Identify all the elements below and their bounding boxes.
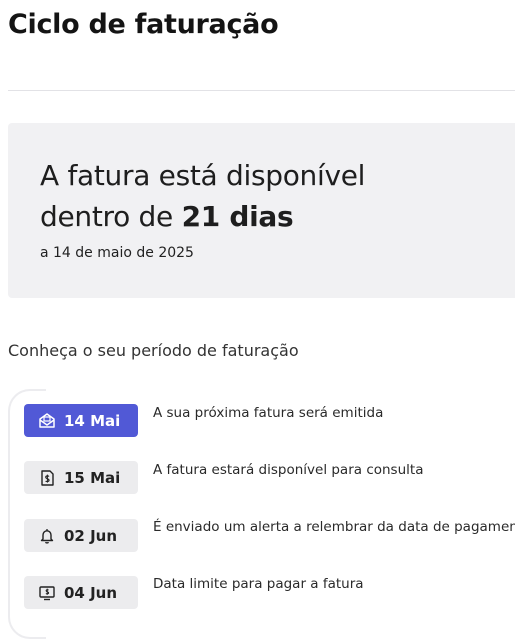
timeline-date-pill-reminder: 02 Jun <box>24 519 138 552</box>
invoice-summary-card: A fatura está disponível dentro de 21 di… <box>8 123 515 298</box>
timeline-date-pill-emission: 14 Mai <box>24 404 138 437</box>
days-remaining: 21 dias <box>181 200 294 233</box>
page-title: Ciclo de faturação <box>8 9 279 40</box>
billing-period-title: Conheça o seu período de faturação <box>8 341 299 360</box>
summary-line-1: A fatura está disponível <box>40 159 366 192</box>
divider <box>8 90 515 91</box>
payment-icon <box>39 585 55 600</box>
timeline-date: 02 Jun <box>64 526 118 545</box>
availability-date: a 14 de maio de 2025 <box>40 245 194 261</box>
timeline-date: 04 Jun <box>64 583 118 602</box>
timeline-date: 15 Mai <box>64 468 121 487</box>
invoice-icon <box>41 469 54 486</box>
summary-heading: A fatura está disponível dentro de 21 di… <box>40 155 365 237</box>
timeline-description: A sua próxima fatura será emitida <box>153 405 384 421</box>
timeline-description: Data limite para pagar a fatura <box>153 576 364 592</box>
timeline-date-pill-available: 15 Mai <box>24 461 138 494</box>
timeline-description: É enviado um alerta a relembrar da data … <box>153 519 515 535</box>
bell-icon <box>40 528 54 544</box>
timeline-description: A fatura estará disponível para consulta <box>153 462 424 478</box>
timeline-date: 14 Mai <box>64 411 121 430</box>
summary-line-2-prefix: dentro de <box>40 200 182 233</box>
envelope-icon <box>39 412 55 428</box>
timeline-date-pill-due: 04 Jun <box>24 576 138 609</box>
